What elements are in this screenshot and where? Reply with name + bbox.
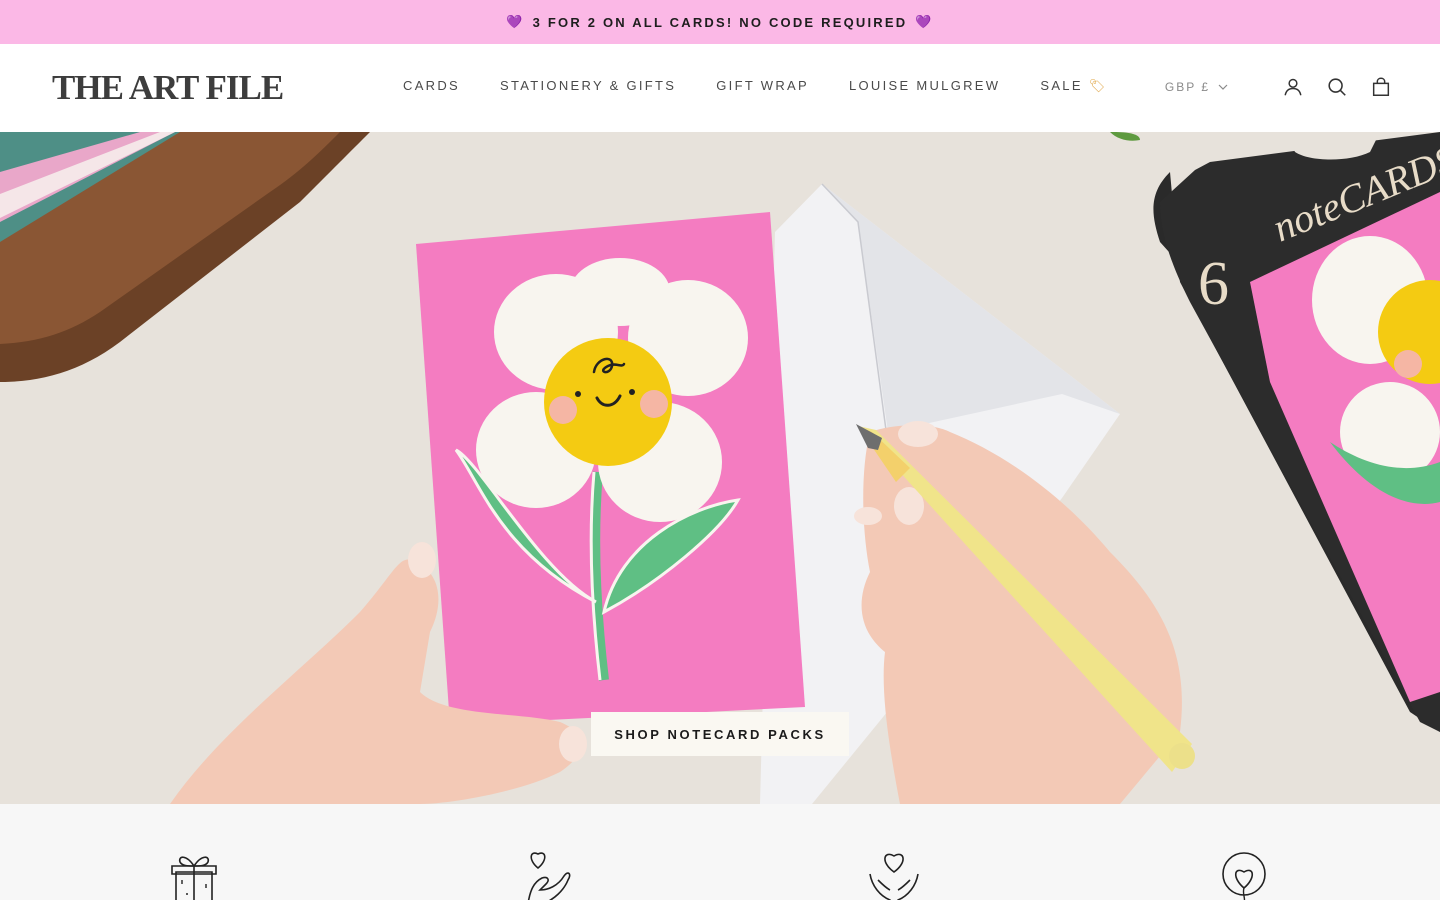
- chevron-down-icon: [1218, 84, 1228, 90]
- heart-hand-icon: [527, 852, 571, 900]
- nav-item-stationery-gifts[interactable]: STATIONERY & GIFTS: [500, 78, 676, 94]
- currency-label: GBP £: [1164, 80, 1210, 94]
- nav-item-cards[interactable]: CARDS: [403, 78, 460, 94]
- hands-heart-icon: [869, 853, 919, 900]
- search-icon[interactable]: [1326, 76, 1348, 98]
- announcement-text: 3 FOR 2 ON ALL CARDS! NO CODE REQUIRED: [532, 14, 908, 30]
- purple-heart-icon: 💜: [915, 14, 934, 29]
- nav-item-sale[interactable]: SALE 🏷: [1040, 78, 1107, 94]
- site-logo[interactable]: THE ART FILE: [52, 66, 284, 110]
- hero-banner: noteCARDS 6 SHOP NOTECARD PACKS: [0, 132, 1440, 804]
- currency-selector[interactable]: GBP £: [1165, 80, 1228, 94]
- gift-icon: [171, 856, 217, 900]
- nav-item-sale-label: SALE: [1040, 78, 1083, 93]
- main-nav: CARDS STATIONERY & GIFTS GIFT WRAP LOUIS…: [403, 78, 1148, 94]
- site-header: THE ART FILE CARDS STATIONERY & GIFTS GI…: [0, 44, 1440, 132]
- features-strip: [0, 804, 1440, 900]
- nav-item-louise-mulgrew[interactable]: LOUISE MULGREW: [849, 78, 1000, 94]
- announcement-bar: 💜 3 FOR 2 ON ALL CARDS! NO CODE REQUIRED…: [0, 0, 1440, 44]
- heart-balloon-icon: [1222, 852, 1266, 900]
- shop-notecard-packs-button[interactable]: SHOP NOTECARD PACKS: [591, 712, 849, 756]
- hero-image: noteCARDS 6: [0, 132, 1440, 804]
- price-tag-icon: 🏷: [1088, 78, 1108, 93]
- package-count-text: 6: [1198, 250, 1229, 318]
- account-icon[interactable]: [1282, 76, 1304, 98]
- bag-icon[interactable]: [1370, 76, 1392, 98]
- nav-item-gift-wrap[interactable]: GIFT WRAP: [716, 78, 809, 94]
- header-tools: GBP £: [1165, 76, 1392, 98]
- purple-heart-icon: 💜: [506, 14, 525, 29]
